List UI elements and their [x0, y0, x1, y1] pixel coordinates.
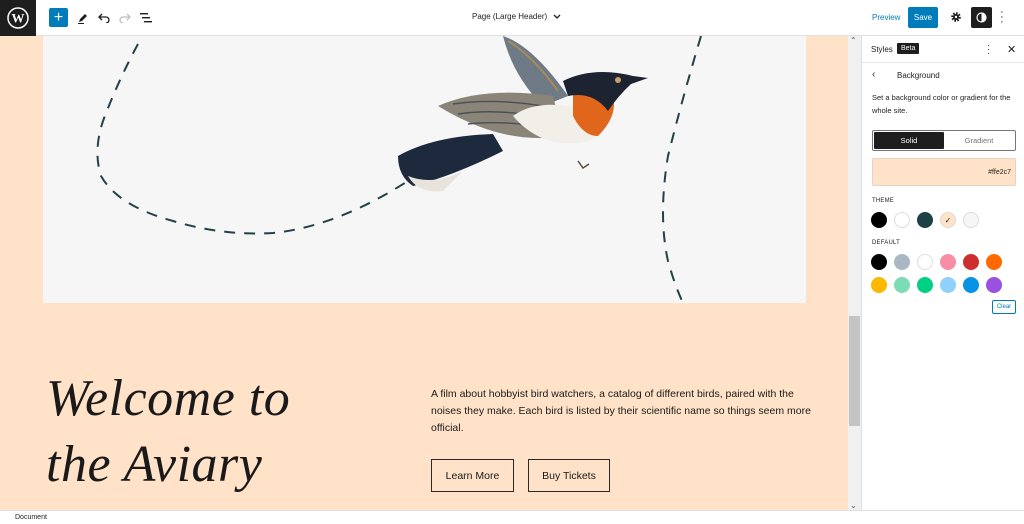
redo-icon	[119, 13, 131, 23]
color-swatch-dark-teal[interactable]	[917, 212, 933, 228]
scroll-up-icon[interactable]: ⌃	[850, 36, 857, 45]
heading-line-2: the Aviary	[46, 436, 263, 493]
color-swatch-vivid-green-cyan[interactable]	[917, 277, 933, 293]
default-palette-row-1	[871, 254, 1002, 270]
panel-description: Set a background color or gradient for t…	[872, 93, 1011, 115]
settings-button[interactable]	[950, 10, 962, 28]
checkmark-icon: ✓	[944, 215, 952, 225]
document-title-dropdown[interactable]: Page (Large Header)	[472, 12, 561, 21]
document-title: Page (Large Header)	[472, 12, 548, 21]
sidebar-header: Styles Beta · · · ✕	[862, 36, 1024, 63]
editor-footer: Document	[0, 510, 1024, 524]
color-swatch-light-green-cyan[interactable]	[894, 277, 910, 293]
preview-button[interactable]: Preview	[872, 13, 900, 22]
learn-more-button[interactable]: Learn More	[431, 459, 514, 492]
color-swatch-cyan-bluish-gray[interactable]	[894, 254, 910, 270]
default-palette-row-2	[871, 277, 1002, 293]
color-swatch-pale-cyan-blue[interactable]	[940, 277, 956, 293]
wordpress-logo-icon: W	[7, 7, 29, 29]
tools-button[interactable]	[73, 8, 93, 28]
options-menu-button[interactable]: · · ·	[1000, 7, 1004, 28]
sidebar-more-button[interactable]: · · ·	[987, 40, 990, 58]
breadcrumb-document[interactable]: Document	[15, 514, 47, 521]
fill-type-toggle: Solid Gradient	[872, 130, 1016, 151]
close-icon: ✕	[1007, 44, 1017, 56]
more-vertical-icon: · · ·	[987, 40, 990, 58]
color-swatch-luminous-vivid-amber[interactable]	[871, 277, 887, 293]
gear-icon	[951, 12, 961, 22]
panel-title: Background	[897, 71, 940, 80]
color-swatch-luminous-vivid-orange[interactable]	[986, 254, 1002, 270]
bird-image-block[interactable]	[43, 36, 806, 303]
color-swatch-vivid-red[interactable]	[963, 254, 979, 270]
color-swatch-black[interactable]	[871, 254, 887, 270]
color-swatch-white[interactable]	[917, 254, 933, 270]
list-view-button[interactable]	[136, 8, 156, 28]
styles-toggle-button[interactable]	[971, 7, 992, 28]
more-vertical-icon: · · ·	[1000, 6, 1004, 28]
color-swatch-white[interactable]	[894, 212, 910, 228]
svg-text:W: W	[12, 11, 25, 26]
add-block-button[interactable]: +	[49, 8, 68, 27]
sidebar-title: Styles	[871, 45, 893, 54]
color-swatch-black[interactable]	[871, 212, 887, 228]
color-swatch-vivid-cyan-blue[interactable]	[963, 277, 979, 293]
canvas-scrollbar[interactable]: ⌃ ⌄	[848, 36, 861, 510]
intro-paragraph[interactable]: A film about hobbyist bird watchers, a c…	[431, 386, 816, 437]
pencil-icon	[78, 14, 87, 24]
redo-button[interactable]	[115, 8, 135, 28]
current-color-preview[interactable]: #ffe2c7	[872, 158, 1016, 186]
color-hex-value: #ffe2c7	[988, 169, 1011, 176]
plus-icon: +	[53, 8, 64, 26]
save-button[interactable]: Save	[908, 7, 938, 28]
color-swatch-light-gray[interactable]	[963, 212, 979, 228]
chevron-down-icon	[553, 14, 561, 19]
theme-palette-label: THEME	[872, 198, 894, 204]
heading-line-1: Welcome to	[46, 370, 291, 427]
bird-illustration	[398, 36, 648, 192]
scroll-down-icon[interactable]: ⌄	[850, 501, 857, 510]
list-view-icon	[140, 13, 152, 23]
editor-canvas[interactable]: Welcome to the Aviary A film about hobby…	[0, 36, 848, 510]
color-swatch-pale-pink[interactable]	[940, 254, 956, 270]
chevron-left-icon: ‹	[872, 69, 876, 80]
tab-solid[interactable]: Solid	[874, 132, 944, 149]
styles-sidebar: Styles Beta · · · ✕ ‹ Background Set a bac…	[861, 36, 1024, 510]
buy-tickets-button[interactable]: Buy Tickets	[528, 459, 610, 492]
close-sidebar-button[interactable]: ✕	[1007, 43, 1016, 56]
color-swatch-peach[interactable]: ✓	[940, 212, 956, 228]
editor-top-toolbar: W + Page (Large Header) Preview Save · · ·	[0, 0, 1024, 36]
undo-button[interactable]	[94, 8, 114, 28]
back-button[interactable]: ‹	[872, 69, 875, 80]
color-swatch-vivid-purple[interactable]	[986, 277, 1002, 293]
beta-badge: Beta	[897, 43, 920, 54]
undo-icon	[98, 13, 110, 23]
default-palette-label: DEFAULT	[872, 240, 900, 246]
tab-gradient[interactable]: Gradient	[944, 132, 1014, 149]
wordpress-logo-button[interactable]: W	[0, 0, 36, 36]
contrast-icon	[976, 12, 987, 23]
page-heading[interactable]: Welcome to the Aviary	[46, 366, 290, 498]
theme-palette: ✓	[871, 212, 979, 228]
clear-button[interactable]: Clear	[992, 300, 1016, 314]
scrollbar-thumb[interactable]	[849, 316, 860, 426]
